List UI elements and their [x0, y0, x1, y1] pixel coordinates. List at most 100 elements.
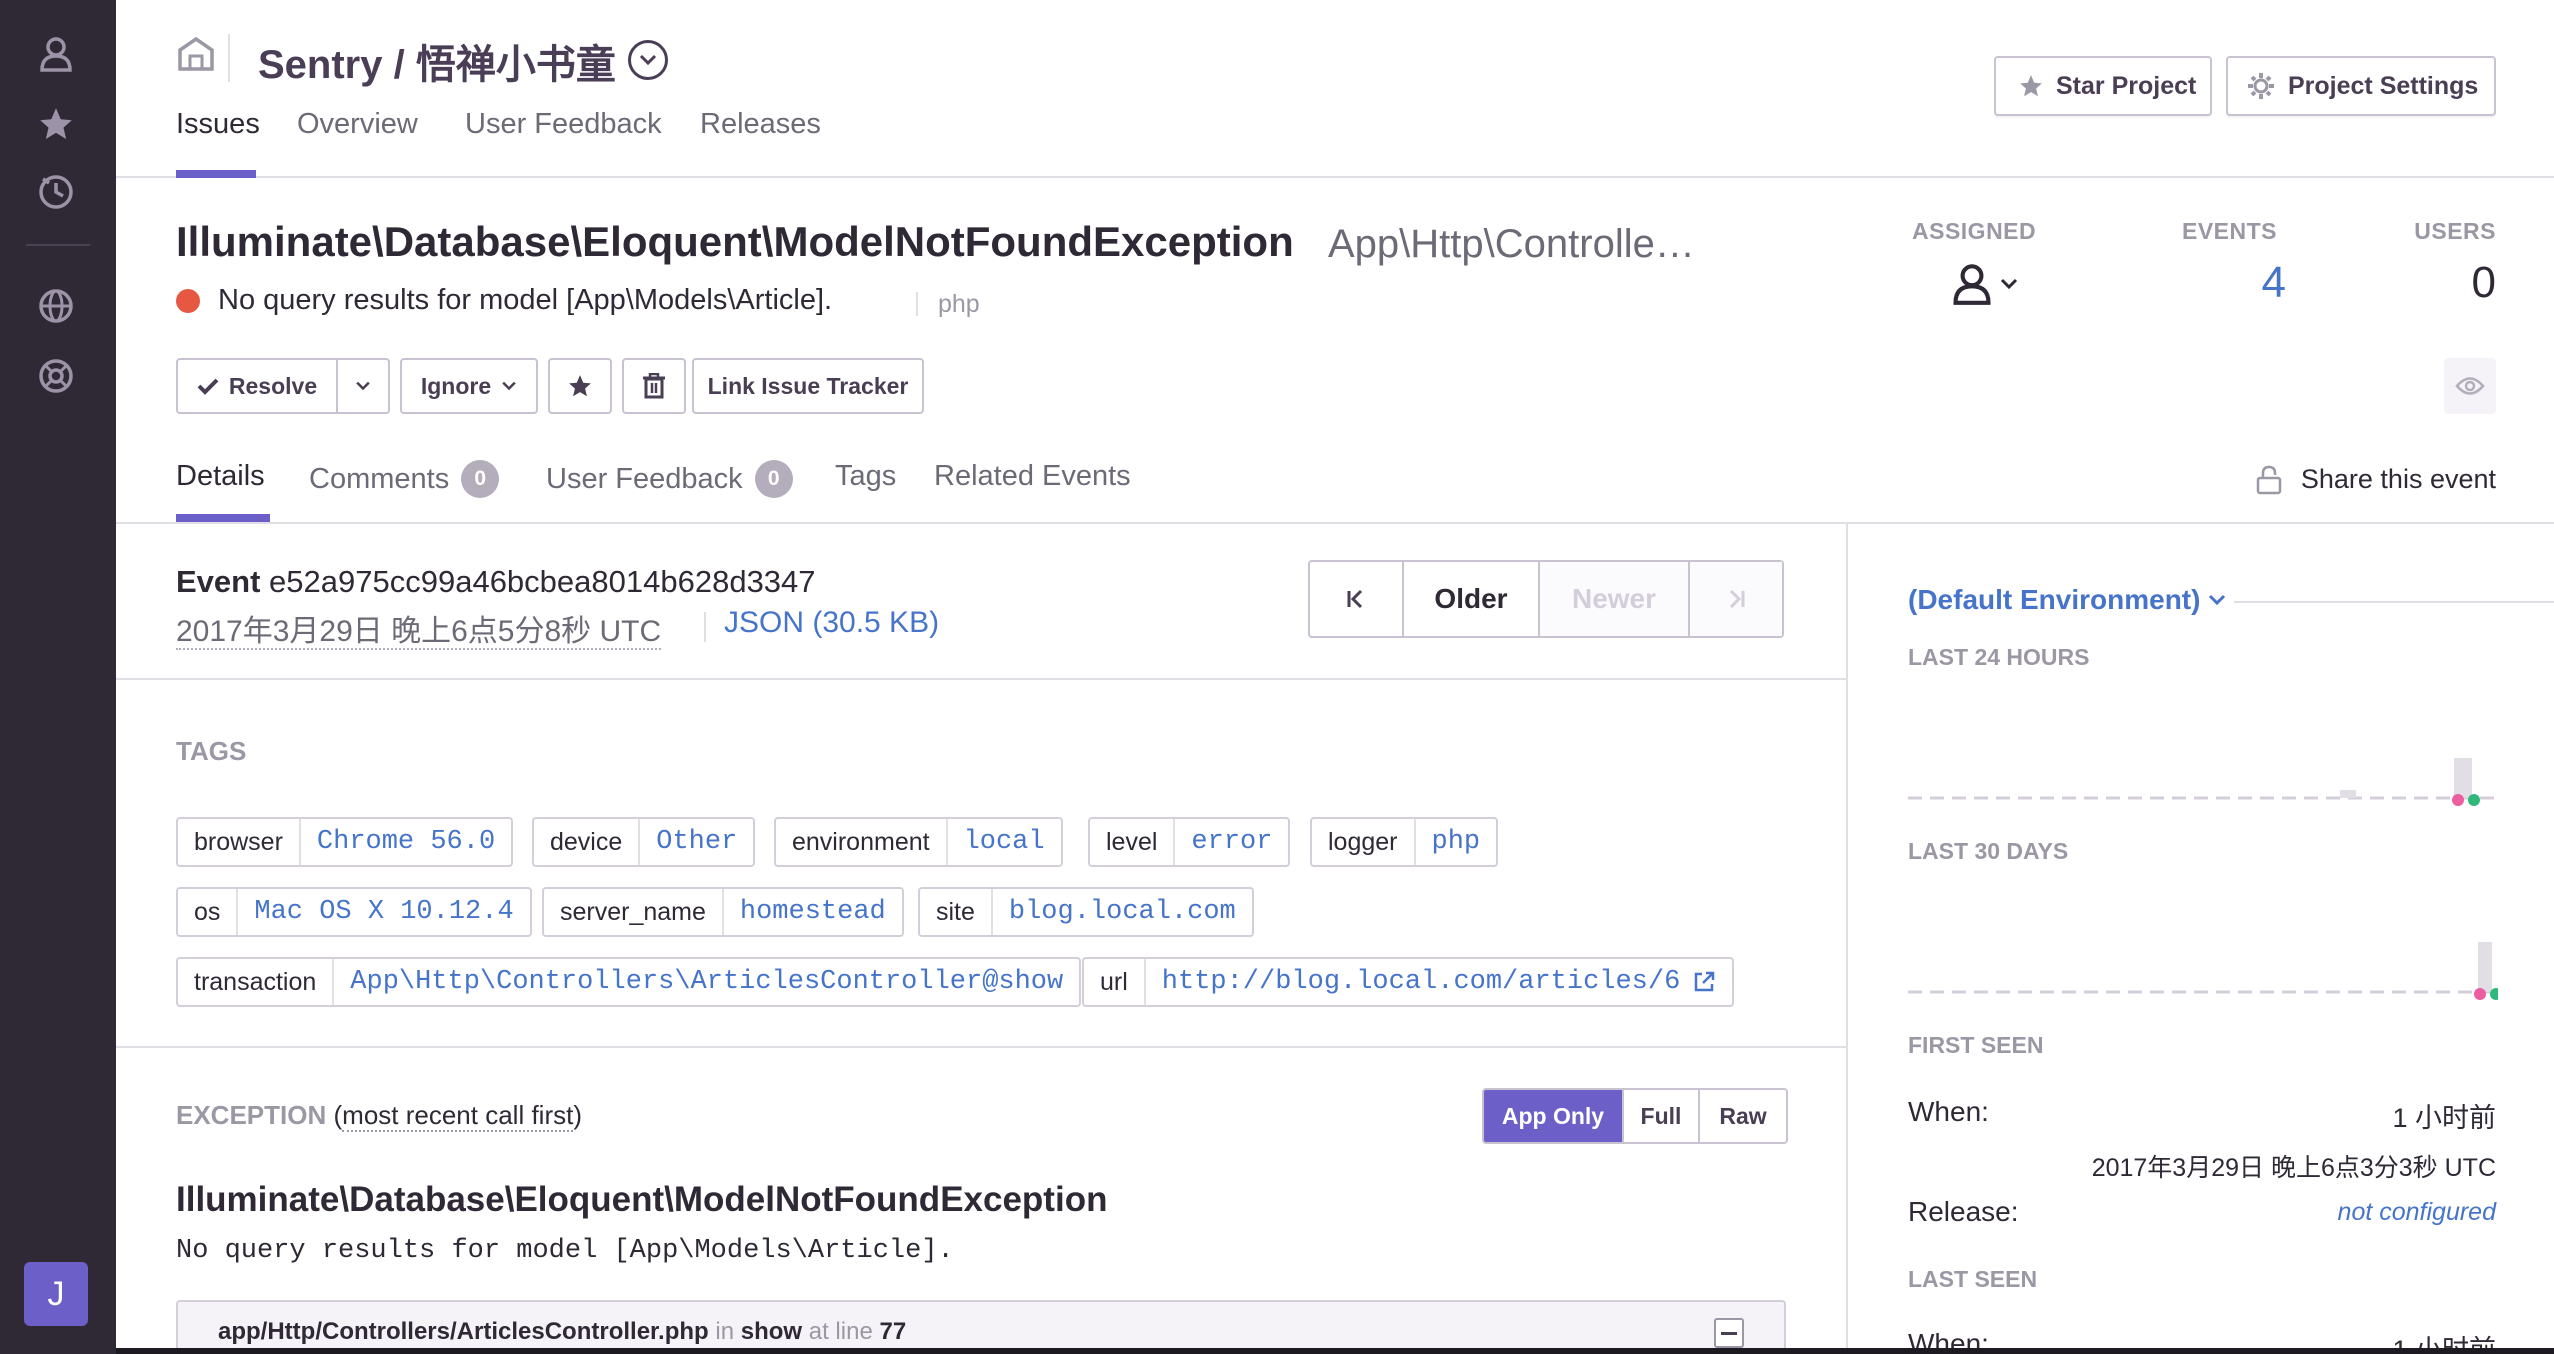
- tab-related-events[interactable]: Related Events: [934, 460, 1131, 493]
- delete-button[interactable]: [622, 358, 686, 414]
- release-label: Release:: [1908, 1196, 2019, 1227]
- tag-value[interactable]: php: [1416, 819, 1497, 865]
- tab-details-label: Details: [176, 460, 265, 492]
- assignee-selector[interactable]: [1952, 262, 2018, 306]
- tag-transaction[interactable]: transaction App\Http\Controllers\Article…: [176, 957, 1082, 1007]
- project-title[interactable]: Sentry / 悟禅小书童: [258, 32, 616, 90]
- tag-value[interactable]: Mac OS X 10.12.4: [238, 889, 529, 935]
- tag-key: os: [178, 889, 239, 935]
- chevron-down-icon: [2209, 594, 2226, 606]
- tag-level[interactable]: level error: [1088, 817, 1291, 867]
- raw-button[interactable]: Raw: [1700, 1090, 1786, 1142]
- json-link[interactable]: JSON (30.5 KB): [724, 606, 939, 640]
- trash-icon: [643, 373, 665, 399]
- assigned-label: ASSIGNED: [1912, 218, 2037, 244]
- star-icon[interactable]: [36, 104, 76, 144]
- globe-icon[interactable]: [36, 286, 76, 326]
- release-value[interactable]: not configured: [2338, 1198, 2496, 1227]
- older-button[interactable]: Older: [1404, 562, 1540, 636]
- tag-logger[interactable]: logger php: [1310, 817, 1499, 867]
- content-divider: [1846, 524, 1848, 1354]
- tab-overview[interactable]: Overview: [297, 108, 418, 141]
- tag-site[interactable]: site blog.local.com: [918, 887, 1254, 937]
- tab-user-feedback-detail[interactable]: User Feedback 0: [546, 460, 793, 498]
- tag-value[interactable]: homestead: [724, 889, 902, 935]
- frame-file: app/Http/Controllers/ArticlesController.…: [218, 1318, 709, 1345]
- tag-value[interactable]: App\Http\Controllers\ArticlesController@…: [334, 959, 1079, 1005]
- exception-subtitle: most recent call first: [342, 1100, 574, 1132]
- tag-environment[interactable]: environment local: [774, 817, 1063, 867]
- star-icon: [2020, 75, 2042, 97]
- active-tab-indicator: [176, 514, 270, 522]
- newest-button[interactable]: [1690, 562, 1782, 636]
- bookmark-button[interactable]: [548, 358, 612, 414]
- frame-line: 77: [879, 1318, 907, 1345]
- exception-value: No query results for model [App\Models\A…: [176, 1236, 954, 1266]
- user-icon[interactable]: [36, 34, 76, 74]
- tab-issues[interactable]: Issues: [176, 108, 260, 141]
- collapse-frame-button[interactable]: [1714, 1318, 1744, 1348]
- tag-url[interactable]: url http://blog.local.com/articles/6: [1082, 957, 1735, 1007]
- tab-releases[interactable]: Releases: [700, 108, 821, 141]
- app-only-button[interactable]: App Only: [1484, 1090, 1624, 1142]
- ignore-label: Ignore: [420, 372, 492, 399]
- tag-os[interactable]: os Mac OS X 10.12.4: [176, 887, 532, 937]
- environment-label: (Default Environment): [1908, 584, 2201, 615]
- event-divider: [704, 612, 706, 642]
- main-content: Sentry / 悟禅小书童 Issues Overview User Feed…: [116, 0, 2554, 1354]
- tag-value[interactable]: blog.local.com: [993, 889, 1252, 935]
- tab-related-events-label: Related Events: [934, 460, 1131, 492]
- tab-comments[interactable]: Comments 0: [309, 460, 500, 498]
- ignore-button[interactable]: Ignore: [400, 358, 538, 414]
- share-event-button[interactable]: Share this event: [2255, 464, 2496, 495]
- gear-icon: [2248, 73, 2274, 99]
- project-icon[interactable]: [176, 36, 216, 77]
- tag-device[interactable]: device Other: [532, 817, 756, 867]
- tag-value[interactable]: Chrome 56.0: [301, 819, 511, 865]
- full-button[interactable]: Full: [1624, 1090, 1700, 1142]
- activity-icon[interactable]: [36, 172, 76, 212]
- resolve-button[interactable]: Resolve: [176, 358, 338, 414]
- tag-value[interactable]: error: [1175, 819, 1288, 865]
- bottom-bar: [116, 1348, 2554, 1354]
- oldest-button[interactable]: [1310, 562, 1404, 636]
- avatar[interactable]: J: [24, 1262, 88, 1326]
- stack-frame[interactable]: app/Http/Controllers/ArticlesController.…: [176, 1300, 1786, 1354]
- tag-value[interactable]: local: [948, 819, 1061, 865]
- tag-key: level: [1090, 819, 1176, 865]
- tag-value-container[interactable]: http://blog.local.com/articles/6: [1146, 959, 1732, 1005]
- tab-details[interactable]: Details: [176, 460, 265, 493]
- last-30-days-label: LAST 30 DAYS: [1908, 838, 2069, 864]
- star-icon: [569, 375, 591, 397]
- event-pager: Older Newer: [1308, 560, 1784, 638]
- resolve-dropdown-button[interactable]: [336, 358, 390, 414]
- exception-type: Illuminate\Database\Eloquent\ModelNotFou…: [176, 1180, 1108, 1219]
- last-seen-label: LAST SEEN: [1908, 1266, 2038, 1292]
- tab-user-feedback[interactable]: User Feedback: [465, 108, 662, 141]
- tab-tags-label: Tags: [835, 460, 897, 492]
- last-30-days-sparkline: [1908, 942, 2498, 1000]
- tag-server-name[interactable]: server_name homestead: [542, 887, 904, 937]
- user-icon: [1953, 264, 1991, 305]
- star-project-button[interactable]: Star Project: [1994, 56, 2212, 116]
- support-icon[interactable]: [36, 356, 76, 396]
- frame-function: show: [740, 1318, 803, 1345]
- subscribe-button[interactable]: [2444, 358, 2496, 414]
- tab-tags[interactable]: Tags: [835, 460, 896, 493]
- link-issue-tracker-button[interactable]: Link Issue Tracker: [692, 358, 924, 414]
- events-count[interactable]: 4: [2262, 258, 2286, 308]
- external-link-icon[interactable]: [1692, 970, 1716, 994]
- tag-value[interactable]: Other: [640, 819, 753, 865]
- first-seen-relative: 1 小时前: [2392, 1103, 2496, 1133]
- last-page-icon: [1729, 589, 1745, 609]
- tag-browser[interactable]: browser Chrome 56.0: [176, 817, 514, 867]
- events-label: EVENTS: [2182, 218, 2278, 244]
- newer-button[interactable]: Newer: [1540, 562, 1690, 636]
- event-date: 2017年3月29日 晚上6点5分8秒 UTC: [176, 606, 662, 650]
- first-seen-when-label: When:: [1908, 1096, 1989, 1127]
- project-dropdown-icon[interactable]: [628, 40, 668, 80]
- event-label: Event: [176, 564, 261, 599]
- project-settings-button[interactable]: Project Settings: [2226, 56, 2496, 116]
- tag-key: site: [920, 889, 993, 935]
- environment-selector[interactable]: (Default Environment): [1908, 584, 2226, 616]
